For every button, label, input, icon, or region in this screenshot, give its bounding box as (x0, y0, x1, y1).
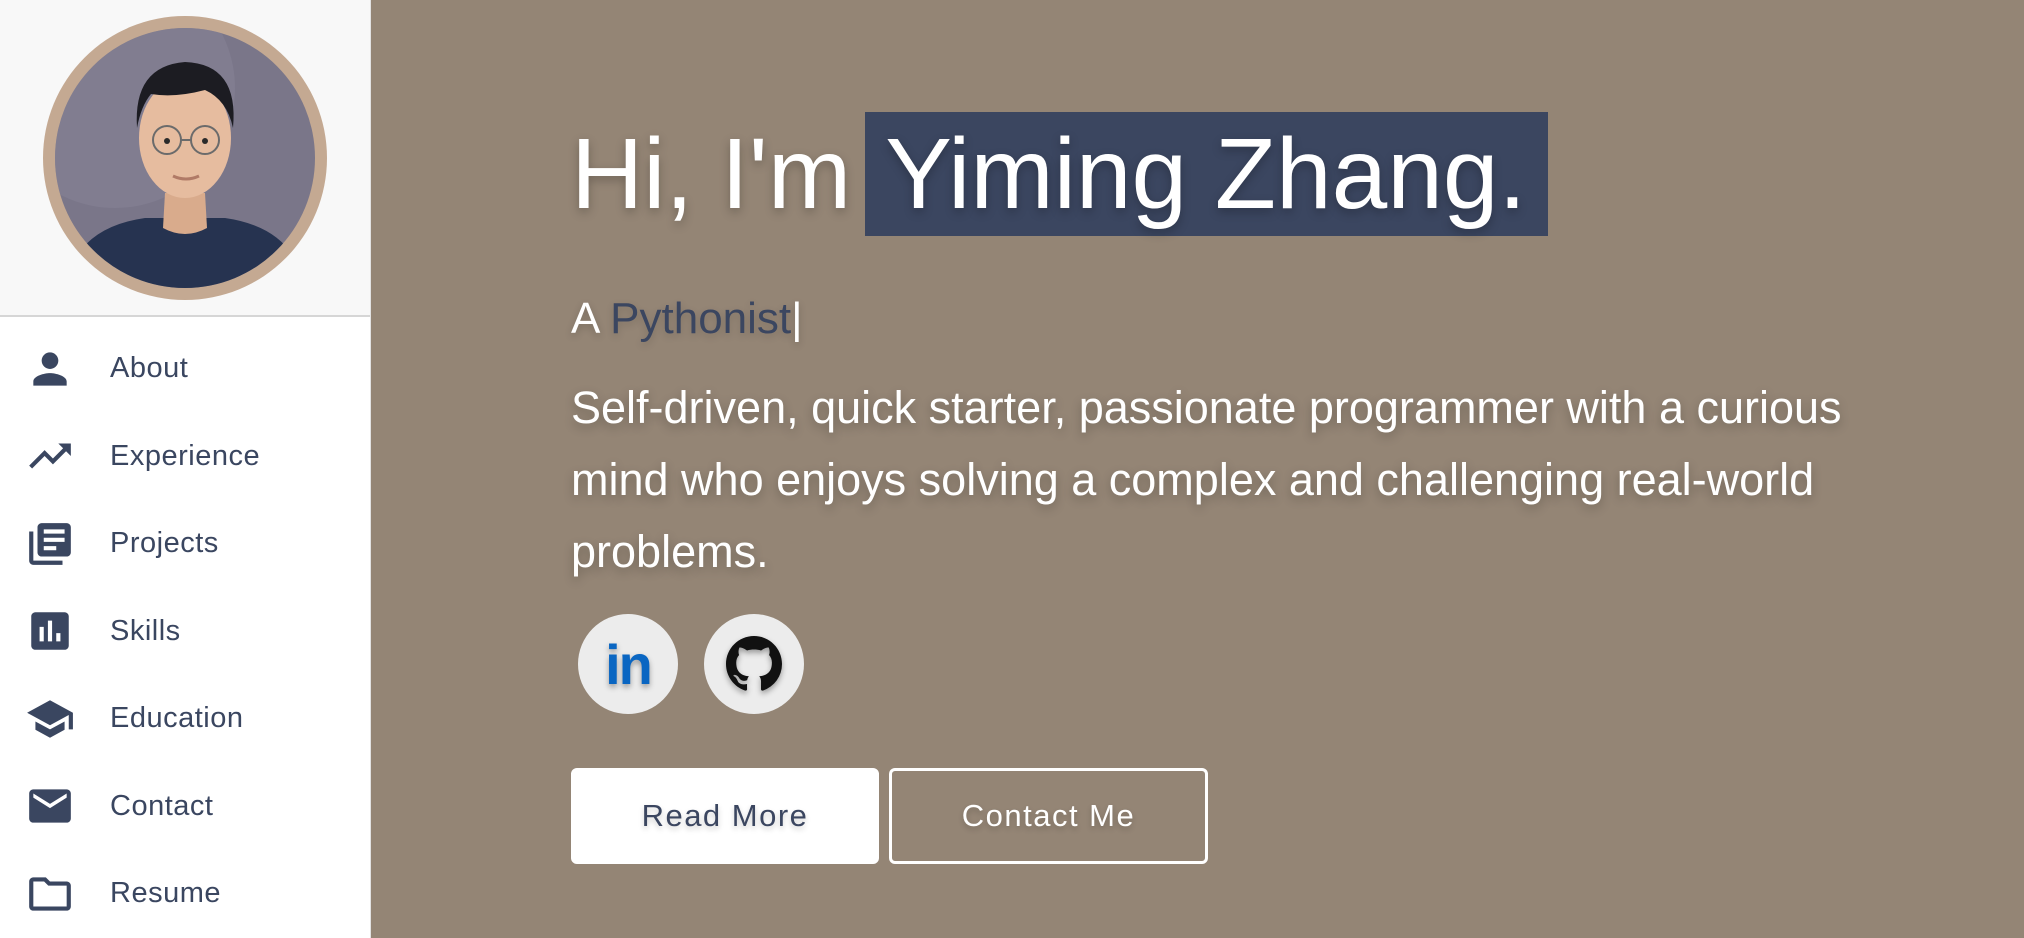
sidebar: About Experience Projects Skills Educati… (0, 0, 371, 938)
hero-section: Hi, I'm Yiming Zhang. A Pythonist| Self-d… (371, 0, 2024, 938)
sidebar-item-education[interactable]: Education (0, 675, 370, 763)
typing-cursor: | (791, 294, 803, 343)
profile-section (0, 0, 370, 317)
social-links: in (571, 614, 1971, 714)
name-highlight: Yiming Zhang. (865, 112, 1549, 236)
trending-up-icon (24, 430, 76, 482)
bio-text: Self-driven, quick starter, passionate p… (571, 382, 1842, 577)
github-icon (726, 636, 782, 691)
sidebar-item-skills[interactable]: Skills (0, 588, 370, 676)
sidebar-item-about[interactable]: About (0, 325, 370, 413)
avatar (43, 15, 327, 300)
graduation-cap-icon (24, 693, 76, 745)
linkedin-icon: in (605, 632, 653, 696)
sidebar-item-label: Education (110, 702, 244, 735)
person-icon (24, 343, 76, 395)
sidebar-nav: About Experience Projects Skills Educati… (0, 317, 370, 938)
sidebar-item-label: Skills (110, 614, 181, 647)
read-more-button[interactable]: Read More (571, 768, 879, 864)
tagline-prefix: A (571, 294, 598, 343)
sidebar-item-label: Experience (110, 439, 261, 472)
linkedin-link[interactable]: in (578, 614, 678, 714)
github-link[interactable] (704, 614, 804, 714)
greeting-prefix: Hi, I'm (571, 118, 852, 230)
sidebar-item-label: Resume (110, 877, 221, 910)
greeting-heading: Hi, I'm Yiming Zhang. (571, 112, 1971, 236)
tagline-role: Pythonist (610, 294, 792, 343)
sidebar-item-label: About (110, 352, 189, 385)
sidebar-item-label: Projects (110, 527, 219, 560)
sidebar-item-contact[interactable]: Contact (0, 763, 370, 851)
profile-photo (55, 27, 315, 288)
sidebar-item-projects[interactable]: Projects (0, 500, 370, 588)
sidebar-item-experience[interactable]: Experience (0, 413, 370, 501)
sidebar-item-label: Contact (110, 789, 214, 822)
library-books-icon (24, 518, 76, 570)
tagline: A Pythonist| (571, 294, 1971, 344)
contact-me-button[interactable]: Contact Me (889, 768, 1208, 864)
mail-icon (24, 780, 76, 832)
cta-buttons: Read More Contact Me (571, 768, 1971, 864)
hero-content: Hi, I'm Yiming Zhang. A Pythonist| Self-d… (571, 112, 1971, 864)
sidebar-item-resume[interactable]: Resume (0, 850, 370, 938)
bar-chart-icon (24, 605, 76, 657)
folder-icon (24, 868, 76, 920)
